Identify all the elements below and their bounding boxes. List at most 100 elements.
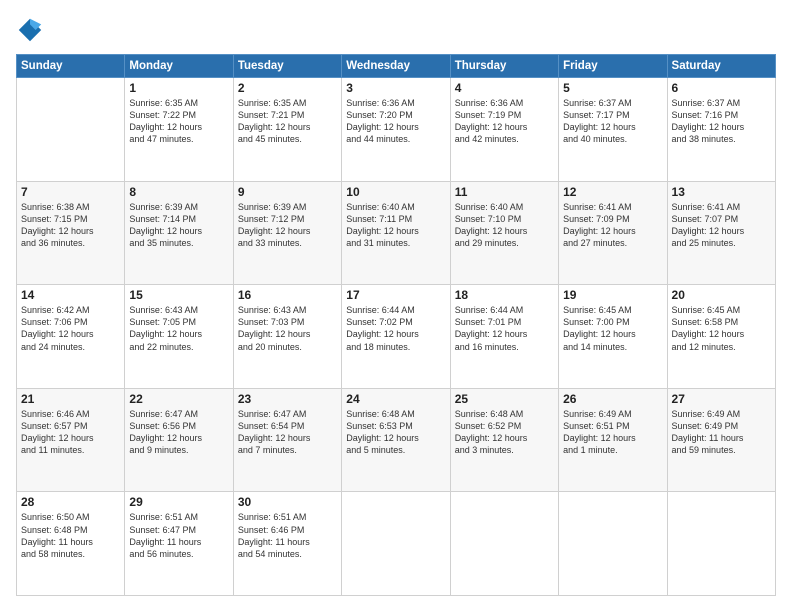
cell-info: Sunrise: 6:38 AMSunset: 7:15 PMDaylight:…: [21, 201, 120, 250]
day-number: 19: [563, 288, 662, 302]
calendar-cell: 14 Sunrise: 6:42 AMSunset: 7:06 PMDayligh…: [17, 285, 125, 389]
calendar-cell: 13 Sunrise: 6:41 AMSunset: 7:07 PMDayligh…: [667, 181, 775, 285]
day-number: 21: [21, 392, 120, 406]
calendar-cell: 29Sunrise: 6:51 AMSunset: 6:47 PMDayligh…: [125, 492, 233, 596]
col-header-sunday: Sunday: [17, 55, 125, 78]
calendar-week-row: 28 Sunrise: 6:50 AMSunset: 6:48 PMDayligh…: [17, 492, 776, 596]
cell-info: Sunrise: 6:36 AMSunset: 7:19 PMDaylight:…: [455, 97, 554, 146]
cell-info: Sunrise: 6:40 AMSunset: 7:10 PMDaylight:…: [455, 201, 554, 250]
calendar-cell: 25 Sunrise: 6:48 AMSunset: 6:52 PMDayligh…: [450, 388, 558, 492]
header: [16, 16, 776, 44]
calendar-cell: 5 Sunrise: 6:37 AMSunset: 7:17 PMDaylight…: [559, 78, 667, 182]
day-number: 15: [129, 288, 228, 302]
calendar-cell: 28 Sunrise: 6:50 AMSunset: 6:48 PMDayligh…: [17, 492, 125, 596]
day-number: 12: [563, 185, 662, 199]
calendar-cell: [450, 492, 558, 596]
calendar-cell: 1 Sunrise: 6:35 AMSunset: 7:22 PMDaylight…: [125, 78, 233, 182]
cell-info: Sunrise: 6:44 AMSunset: 7:01 PMDaylight:…: [455, 304, 554, 353]
calendar-cell: 23 Sunrise: 6:47 AMSunset: 6:54 PMDayligh…: [233, 388, 341, 492]
col-header-tuesday: Tuesday: [233, 55, 341, 78]
day-number: 3: [346, 81, 445, 95]
calendar-cell: 26 Sunrise: 6:49 AMSunset: 6:51 PMDayligh…: [559, 388, 667, 492]
day-number: 6: [672, 81, 771, 95]
cell-info: Sunrise: 6:48 AMSunset: 6:52 PMDaylight:…: [455, 408, 554, 457]
calendar-cell: 17 Sunrise: 6:44 AMSunset: 7:02 PMDayligh…: [342, 285, 450, 389]
page: SundayMondayTuesdayWednesdayThursdayFrid…: [0, 0, 792, 612]
cell-info: Sunrise: 6:37 AMSunset: 7:17 PMDaylight:…: [563, 97, 662, 146]
cell-info: Sunrise: 6:44 AMSunset: 7:02 PMDaylight:…: [346, 304, 445, 353]
day-number: 7: [21, 185, 120, 199]
calendar-cell: [342, 492, 450, 596]
cell-info: Sunrise: 6:41 AMSunset: 7:07 PMDaylight:…: [672, 201, 771, 250]
cell-info: Sunrise: 6:43 AMSunset: 7:05 PMDaylight:…: [129, 304, 228, 353]
calendar-cell: 15 Sunrise: 6:43 AMSunset: 7:05 PMDayligh…: [125, 285, 233, 389]
cell-info: Sunrise: 6:50 AMSunset: 6:48 PMDaylight:…: [21, 511, 120, 560]
calendar-cell: 22Sunrise: 6:47 AMSunset: 6:56 PMDayligh…: [125, 388, 233, 492]
day-number: 9: [238, 185, 337, 199]
cell-info: Sunrise: 6:35 AMSunset: 7:22 PMDaylight:…: [129, 97, 228, 146]
day-number: 14: [21, 288, 120, 302]
day-number: 2: [238, 81, 337, 95]
day-number: 13: [672, 185, 771, 199]
day-number: 24: [346, 392, 445, 406]
calendar-cell: 20 Sunrise: 6:45 AMSunset: 6:58 PMDayligh…: [667, 285, 775, 389]
calendar-cell: 6 Sunrise: 6:37 AMSunset: 7:16 PMDaylight…: [667, 78, 775, 182]
cell-info: Sunrise: 6:41 AMSunset: 7:09 PMDaylight:…: [563, 201, 662, 250]
calendar-week-row: 14 Sunrise: 6:42 AMSunset: 7:06 PMDayligh…: [17, 285, 776, 389]
calendar-header-row: SundayMondayTuesdayWednesdayThursdayFrid…: [17, 55, 776, 78]
calendar-cell: 9 Sunrise: 6:39 AMSunset: 7:12 PMDaylight…: [233, 181, 341, 285]
day-number: 16: [238, 288, 337, 302]
col-header-thursday: Thursday: [450, 55, 558, 78]
calendar-cell: 7 Sunrise: 6:38 AMSunset: 7:15 PMDaylight…: [17, 181, 125, 285]
day-number: 8: [129, 185, 228, 199]
calendar-cell: 10Sunrise: 6:40 AMSunset: 7:11 PMDayligh…: [342, 181, 450, 285]
calendar-week-row: 7 Sunrise: 6:38 AMSunset: 7:15 PMDaylight…: [17, 181, 776, 285]
calendar-cell: 11Sunrise: 6:40 AMSunset: 7:10 PMDayligh…: [450, 181, 558, 285]
day-number: 18: [455, 288, 554, 302]
col-header-monday: Monday: [125, 55, 233, 78]
calendar-table: SundayMondayTuesdayWednesdayThursdayFrid…: [16, 54, 776, 596]
calendar-cell: 4Sunrise: 6:36 AMSunset: 7:19 PMDaylight…: [450, 78, 558, 182]
day-number: 20: [672, 288, 771, 302]
day-number: 26: [563, 392, 662, 406]
logo: [16, 16, 48, 44]
cell-info: Sunrise: 6:40 AMSunset: 7:11 PMDaylight:…: [346, 201, 445, 250]
calendar-cell: 8 Sunrise: 6:39 AMSunset: 7:14 PMDaylight…: [125, 181, 233, 285]
day-number: 25: [455, 392, 554, 406]
col-header-friday: Friday: [559, 55, 667, 78]
calendar-cell: 21 Sunrise: 6:46 AMSunset: 6:57 PMDayligh…: [17, 388, 125, 492]
day-number: 1: [129, 81, 228, 95]
calendar-week-row: 1 Sunrise: 6:35 AMSunset: 7:22 PMDaylight…: [17, 78, 776, 182]
cell-info: Sunrise: 6:49 AMSunset: 6:49 PMDaylight:…: [672, 408, 771, 457]
calendar-week-row: 21 Sunrise: 6:46 AMSunset: 6:57 PMDayligh…: [17, 388, 776, 492]
cell-info: Sunrise: 6:46 AMSunset: 6:57 PMDaylight:…: [21, 408, 120, 457]
calendar-cell: 18 Sunrise: 6:44 AMSunset: 7:01 PMDayligh…: [450, 285, 558, 389]
logo-icon: [16, 16, 44, 44]
cell-info: Sunrise: 6:37 AMSunset: 7:16 PMDaylight:…: [672, 97, 771, 146]
day-number: 17: [346, 288, 445, 302]
cell-info: Sunrise: 6:49 AMSunset: 6:51 PMDaylight:…: [563, 408, 662, 457]
cell-info: Sunrise: 6:47 AMSunset: 6:56 PMDaylight:…: [129, 408, 228, 457]
cell-info: Sunrise: 6:45 AMSunset: 6:58 PMDaylight:…: [672, 304, 771, 353]
calendar-cell: 2 Sunrise: 6:35 AMSunset: 7:21 PMDaylight…: [233, 78, 341, 182]
cell-info: Sunrise: 6:48 AMSunset: 6:53 PMDaylight:…: [346, 408, 445, 457]
cell-info: Sunrise: 6:35 AMSunset: 7:21 PMDaylight:…: [238, 97, 337, 146]
cell-info: Sunrise: 6:36 AMSunset: 7:20 PMDaylight:…: [346, 97, 445, 146]
cell-info: Sunrise: 6:39 AMSunset: 7:12 PMDaylight:…: [238, 201, 337, 250]
day-number: 5: [563, 81, 662, 95]
day-number: 28: [21, 495, 120, 509]
calendar-cell: [667, 492, 775, 596]
calendar-cell: 12 Sunrise: 6:41 AMSunset: 7:09 PMDayligh…: [559, 181, 667, 285]
calendar-cell: 19Sunrise: 6:45 AMSunset: 7:00 PMDayligh…: [559, 285, 667, 389]
day-number: 23: [238, 392, 337, 406]
day-number: 30: [238, 495, 337, 509]
col-header-saturday: Saturday: [667, 55, 775, 78]
cell-info: Sunrise: 6:39 AMSunset: 7:14 PMDaylight:…: [129, 201, 228, 250]
cell-info: Sunrise: 6:42 AMSunset: 7:06 PMDaylight:…: [21, 304, 120, 353]
cell-info: Sunrise: 6:51 AMSunset: 6:46 PMDaylight:…: [238, 511, 337, 560]
cell-info: Sunrise: 6:47 AMSunset: 6:54 PMDaylight:…: [238, 408, 337, 457]
day-number: 27: [672, 392, 771, 406]
day-number: 29: [129, 495, 228, 509]
calendar-cell: [559, 492, 667, 596]
calendar-cell: 16Sunrise: 6:43 AMSunset: 7:03 PMDayligh…: [233, 285, 341, 389]
